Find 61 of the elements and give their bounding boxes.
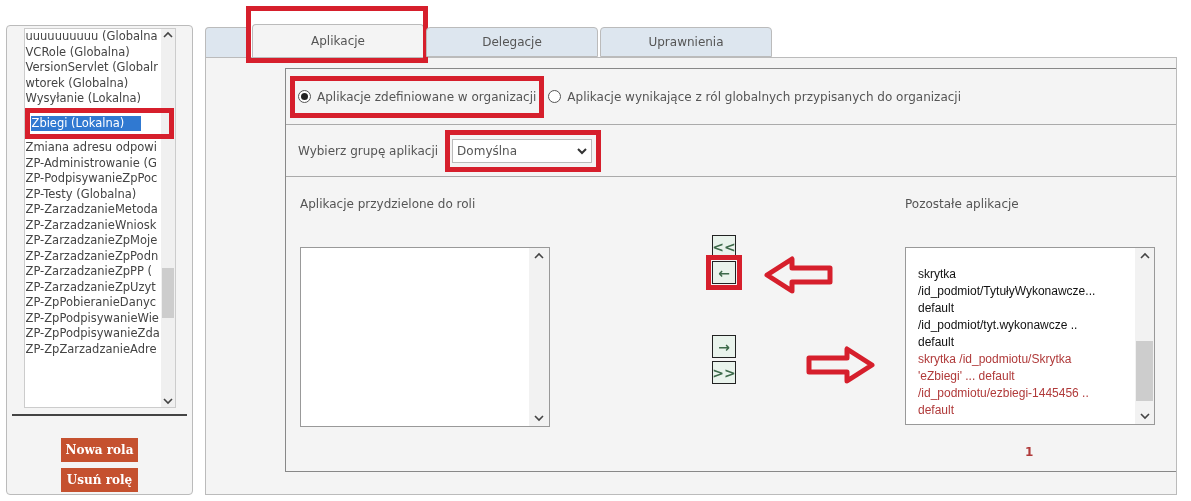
move-button[interactable]: >>: [712, 361, 736, 384]
scroll-up-icon[interactable]: [162, 31, 173, 38]
tab[interactable]: Delegacje: [426, 27, 598, 57]
list-item[interactable]: 'eZbiegi' ... default: [918, 368, 1135, 385]
highlight-frame: [706, 255, 742, 290]
role-item[interactable]: Zbiegi (Lokalna): [30, 115, 141, 131]
role-item[interactable]: uuuuuuuuuu (Globalna: [24, 29, 161, 45]
scroll-down-icon[interactable]: [1139, 413, 1150, 420]
role-item[interactable]: ZP-ZarzadzanieMetoda: [24, 202, 161, 218]
radio-button[interactable]: [298, 90, 311, 103]
role-button[interactable]: Usuń rolę: [60, 468, 139, 492]
list-title: Aplikacje przydzielone do roli: [300, 196, 477, 213]
scrollbar[interactable]: [160, 29, 175, 407]
role-item[interactable]: ZP-ZarzadzanieZpUzyt: [24, 279, 161, 295]
role-item[interactable]: ZP-ZpPodpisywanieWie: [24, 310, 161, 326]
move-button[interactable]: ←: [712, 261, 736, 284]
role-item[interactable]: ZP-Administrowanie (G: [24, 155, 161, 171]
role-item[interactable]: VCRole (Globalna): [24, 44, 161, 60]
list-title: Pozostałe aplikacje: [905, 196, 1020, 213]
scrollbar-thumb[interactable]: [1136, 341, 1153, 401]
scroll-up-icon[interactable]: [1139, 252, 1150, 259]
role-list[interactable]: [23, 28, 176, 408]
tab[interactable]: Aplikacje: [252, 24, 424, 57]
arrow-icon: [805, 345, 875, 385]
radio-label[interactable]: Aplikacje zdefiniowane w organizacji: [317, 87, 537, 106]
scrollbar-thumb[interactable]: [161, 268, 174, 318]
role-item[interactable]: ZP-ZarzadzanieZpMoje: [24, 233, 161, 249]
role-item[interactable]: ZP-PodpisywanieZpPoc: [24, 171, 161, 187]
role-item[interactable]: Zmiana adresu odpowi: [24, 140, 161, 156]
list-item[interactable]: /id_podmiot/tyt.wykonawcze ..: [918, 317, 1135, 334]
move-button[interactable]: →: [712, 335, 736, 358]
tab[interactable]: Uprawnienia: [600, 27, 772, 57]
role-item[interactable]: ZP-ZarzadzanieZpPodn: [24, 248, 161, 264]
arrow-icon: [764, 255, 834, 295]
role-item[interactable]: VersionServlet (Globalr: [24, 60, 161, 76]
list-item[interactable]: default: [918, 300, 1135, 317]
list-item[interactable]: default: [918, 334, 1135, 351]
role-item[interactable]: Wysyłanie (Lokalna): [24, 91, 161, 107]
list-item[interactable]: /id_podmiotu/ezbiegi-1445456 ..: [918, 385, 1135, 402]
list-item[interactable]: default: [918, 402, 1135, 419]
role-item[interactable]: ZP-ZarzadzanieZpPP (: [24, 264, 161, 280]
role-item[interactable]: ZP-ZpZarzadzanieAdre: [24, 341, 161, 357]
role-button[interactable]: Nowa rola: [60, 438, 139, 462]
field-label: Wybierz grupę aplikacji: [298, 142, 439, 160]
radio-label[interactable]: Aplikacje wynikające z ról globalnych przypisanych do organizacji: [567, 87, 961, 106]
role-item[interactable]: ZP-Testy (Globalna): [24, 186, 161, 202]
list-item[interactable]: skrytka /id_podmiotu/Skrytka: [918, 351, 1135, 368]
role-item[interactable]: ZP-ZpPobieranieDanyc: [24, 295, 161, 311]
scroll-down-icon[interactable]: [162, 398, 173, 405]
list-item[interactable]: skrytka: [918, 266, 1135, 283]
scroll-up-icon[interactable]: [534, 252, 544, 259]
role-item[interactable]: wtorek (Globalna): [24, 75, 161, 91]
page-number[interactable]: 1: [1025, 443, 1155, 461]
remaining-list[interactable]: skrytka /id_podmiot/TytułyWykonawcze... default /id_podmiot/tyt.wykonawcze .. default skrytka /id_podmiotu/Skrytka 'eZbiegi' ... default /id_podmiotu/ezbiegi-1445456 .. default: [905, 247, 1155, 425]
role-item[interactable]: ZP-ZarzadzanieWniosk: [24, 217, 161, 233]
list-item[interactable]: /id_podmiot/TytułyWykonawcze...: [918, 283, 1135, 300]
scroll-down-icon[interactable]: [534, 415, 544, 422]
group-dropdown[interactable]: Domyślna: [452, 138, 593, 163]
chevron-down-icon: [577, 146, 588, 155]
radio-button[interactable]: [548, 90, 562, 103]
role-item[interactable]: ZP-ZpPodpisywanieZda: [24, 326, 161, 342]
